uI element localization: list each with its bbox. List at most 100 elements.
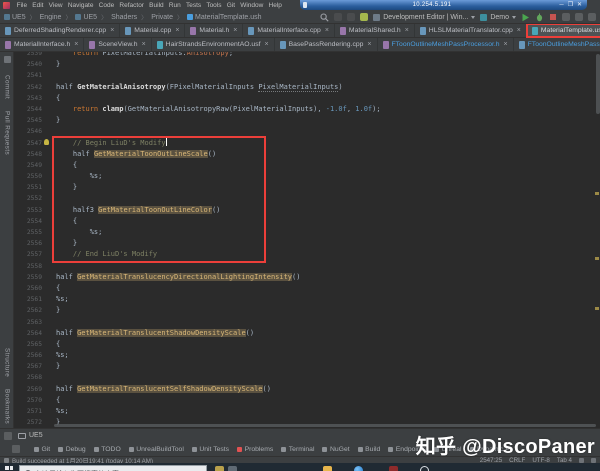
menu-item-help[interactable]: Help: [266, 2, 285, 9]
debug-button[interactable]: [535, 13, 544, 22]
tab-close-icon[interactable]: ×: [504, 41, 508, 48]
menu-item-build[interactable]: Build: [147, 2, 167, 9]
menu-item-navigate[interactable]: Navigate: [65, 2, 96, 9]
code-line[interactable]: 2557 // End LiuD's Modify: [14, 249, 600, 260]
start-button[interactable]: [5, 466, 13, 471]
code-line[interactable]: 2545}: [14, 115, 600, 126]
code-line[interactable]: 2554 {: [14, 216, 600, 227]
vertical-scrollbar[interactable]: [596, 54, 600, 114]
code-line[interactable]: 2541: [14, 70, 600, 81]
code-line[interactable]: 2547 // Begin LiuD's Modify: [14, 138, 600, 149]
code-line[interactable]: 2540}: [14, 59, 600, 70]
code-line[interactable]: 2543{: [14, 93, 600, 104]
close-button[interactable]: ✕: [575, 0, 584, 10]
breadcrumb-item[interactable]: Shaders: [111, 14, 137, 21]
tab-MaterialTemplate.ush[interactable]: MaterialTemplate.ush×: [527, 24, 600, 37]
code-line[interactable]: 2563: [14, 317, 600, 328]
search-icon[interactable]: [320, 13, 329, 22]
code-line[interactable]: 2566%s;: [14, 350, 600, 361]
tab-close-icon[interactable]: ×: [517, 27, 521, 34]
stripe-item-bookmarks[interactable]: Bookmarks: [4, 389, 11, 424]
tab-close-icon[interactable]: ×: [265, 41, 269, 48]
file-explorer-icon[interactable]: [323, 466, 332, 471]
breadcrumb-item[interactable]: MaterialTemplate.ush: [195, 14, 262, 21]
run-button[interactable]: [521, 13, 530, 22]
unreal-build-icon[interactable]: [360, 13, 368, 21]
tab-close-icon[interactable]: ×: [325, 27, 329, 34]
code-line[interactable]: 2539 return PixelMaterialInputs.Anisotro…: [14, 52, 600, 59]
pause-circle-icon[interactable]: [420, 466, 429, 471]
code-line[interactable]: 2552: [14, 193, 600, 204]
tool-window-button-problems[interactable]: Problems: [237, 446, 273, 453]
tab-MaterialInterface.cpp[interactable]: MaterialInterface.cpp×: [243, 24, 335, 37]
tab-FToonOutlineMeshPassProcessor.cpp[interactable]: FToonOutlineMeshPassProcessor.cpp×: [514, 38, 600, 51]
menu-item-edit[interactable]: Edit: [30, 2, 46, 9]
code-line[interactable]: 2569half GetMaterialTranslucentSelfShado…: [14, 384, 600, 395]
tab-close-icon[interactable]: ×: [405, 27, 409, 34]
tool-window-button-unit-tests[interactable]: Unit Tests: [192, 446, 229, 453]
code-line[interactable]: 2551 }: [14, 182, 600, 193]
tab-close-icon[interactable]: ×: [110, 27, 114, 34]
stripe-item-pull-requests[interactable]: Pull Requests: [4, 111, 11, 155]
project-icon[interactable]: [4, 56, 11, 63]
stripe-item-commit[interactable]: Commit: [4, 75, 11, 99]
stripe-item-structure[interactable]: Structure: [4, 348, 11, 377]
tab-MaterialInterface.h[interactable]: MaterialInterface.h×: [0, 38, 84, 51]
restore-button[interactable]: ❐: [566, 0, 575, 10]
code-editor[interactable]: 2539 return PixelMaterialInputs.Anisotro…: [14, 52, 600, 428]
code-line[interactable]: 2549 {: [14, 160, 600, 171]
tool-windows-icon[interactable]: [12, 445, 20, 453]
tool-window-button-terminal[interactable]: Terminal: [281, 446, 314, 453]
menu-item-window[interactable]: Window: [238, 2, 266, 9]
code-line[interactable]: 2562}: [14, 305, 600, 316]
code-line[interactable]: 2542half GetMaterialAnisotropy(FPixelMat…: [14, 82, 600, 93]
code-line[interactable]: 2567}: [14, 361, 600, 372]
code-line[interactable]: 2550 %s;: [14, 171, 600, 182]
run-configuration-select[interactable]: Development Editor | Win...: [373, 14, 475, 21]
breadcrumb-item[interactable]: Engine: [40, 14, 62, 21]
tool-icon[interactable]: [334, 13, 342, 21]
tab-close-icon[interactable]: ×: [142, 41, 146, 48]
menu-item-refactor[interactable]: Refactor: [117, 2, 147, 9]
tab-BasePassRendering.cpp[interactable]: BasePassRendering.cpp×: [275, 38, 378, 51]
menu-item-run[interactable]: Run: [166, 2, 183, 9]
code-line[interactable]: 2568: [14, 372, 600, 383]
taskbar-search-input[interactable]: 在这里输入你要搜索的内容: [19, 465, 207, 471]
tab-SceneView.h[interactable]: SceneView.h×: [84, 38, 151, 51]
code-line[interactable]: 2559half GetMaterialTranslucencyDirectio…: [14, 272, 600, 283]
breadcrumb-item[interactable]: Private: [151, 14, 173, 21]
breadcrumb-item[interactable]: UE5: [12, 14, 26, 21]
task-view-icon[interactable]: [228, 466, 237, 471]
code-line[interactable]: 2571%s;: [14, 406, 600, 417]
code-line[interactable]: 2561%s;: [14, 294, 600, 305]
tab-FToonOutlineMeshPassProcessor.h[interactable]: FToonOutlineMeshPassProcessor.h×: [378, 38, 514, 51]
menu-item-tools[interactable]: Tools: [204, 2, 224, 9]
code-line[interactable]: 2570{: [14, 395, 600, 406]
stop-button[interactable]: [549, 13, 557, 21]
tab-Material.cpp[interactable]: Material.cpp×: [120, 24, 185, 37]
tool-window-button-unrealbuildtool[interactable]: UnrealBuildTool: [129, 446, 184, 453]
ue5-tool-window-button[interactable]: UE5: [29, 432, 43, 439]
minimize-button[interactable]: ─: [557, 0, 566, 10]
tab-close-icon[interactable]: ×: [233, 27, 237, 34]
search-everywhere-icon[interactable]: [562, 13, 570, 21]
code-line[interactable]: 2556 }: [14, 238, 600, 249]
menu-item-git[interactable]: Git: [224, 2, 238, 9]
menu-item-code[interactable]: Code: [96, 2, 117, 9]
tab-HairStrandsEnvironmentAO.usf[interactable]: HairStrandsEnvironmentAO.usf×: [152, 38, 275, 51]
tool-window-button-todo[interactable]: TODO: [94, 446, 121, 453]
tool-window-button-build[interactable]: Build: [358, 446, 381, 453]
tab-DeferredShadingRenderer.cpp[interactable]: DeferredShadingRenderer.cpp×: [0, 24, 120, 37]
commit-icon[interactable]: [588, 13, 596, 21]
tool-window-switcher-icon[interactable]: [4, 432, 12, 440]
tab-MaterialShared.h[interactable]: MaterialShared.h×: [335, 24, 415, 37]
tab-HLSLMaterialTranslator.cpp[interactable]: HLSLMaterialTranslator.cpp×: [415, 24, 527, 37]
app-icon[interactable]: [389, 466, 398, 471]
code-line[interactable]: 2546: [14, 126, 600, 137]
tab-close-icon[interactable]: ×: [367, 41, 371, 48]
tool-icon[interactable]: [347, 13, 355, 21]
tab-Material.h[interactable]: Material.h×: [185, 24, 243, 37]
tool-window-button-git[interactable]: Git: [34, 446, 50, 453]
code-line[interactable]: 2558: [14, 261, 600, 272]
menu-item-view[interactable]: View: [46, 2, 65, 9]
